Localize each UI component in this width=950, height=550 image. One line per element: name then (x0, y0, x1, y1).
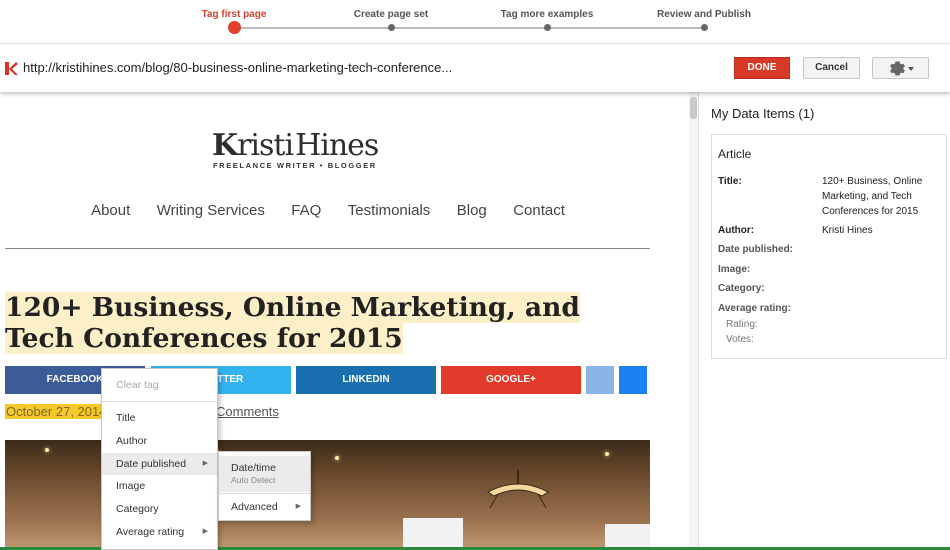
submenu-item-date-time[interactable]: Date/time Auto Detect (219, 456, 310, 492)
menu-item-average-rating[interactable]: Average rating ▶ (102, 521, 217, 543)
site-logo[interactable]: KristiHines FREELANCE WRITER • BLOGGER (212, 128, 379, 172)
chandelier-icon (487, 470, 549, 509)
done-button[interactable]: DONE (734, 57, 790, 79)
chevron-down-icon (908, 67, 914, 71)
menu-separator (219, 493, 310, 494)
page-scrollbar[interactable] (689, 92, 698, 550)
menu-item-label: Average rating (116, 526, 185, 538)
nav-testimonials[interactable]: Testimonials (348, 202, 431, 219)
menu-item-author[interactable]: Author (102, 430, 217, 452)
divider (5, 248, 650, 249)
submenu-arrow-icon: ▶ (202, 528, 208, 535)
prop-label-votes: Votes: (726, 334, 754, 345)
step-create-page-set[interactable]: Create page set (321, 0, 461, 31)
nav-about[interactable]: About (91, 202, 130, 219)
prop-label-category: Category: (718, 283, 765, 294)
comments-link[interactable]: Comments (216, 404, 279, 419)
settings-dropdown-button[interactable] (872, 57, 929, 79)
step-tag-more-examples[interactable]: Tag more examples (477, 0, 617, 31)
step-dot (701, 24, 708, 31)
prop-label-average-rating: Average rating: (718, 303, 791, 314)
menu-item-image[interactable]: Image (102, 475, 217, 497)
nav-contact[interactable]: Contact (513, 202, 565, 219)
post-title[interactable]: 120+ Business, Online Marketing, and Tec… (5, 292, 645, 354)
menu-item-category[interactable]: Category (102, 498, 217, 520)
logo-wordmark: KristiHines (212, 128, 379, 163)
prop-value-title[interactable]: 120+ Business, Online Marketing, and Tec… (822, 174, 942, 219)
menu-separator (102, 401, 217, 402)
step-review-and-publish[interactable]: Review and Publish (634, 0, 774, 31)
share-more-button[interactable] (619, 366, 647, 394)
step-label: Tag more examples (500, 9, 594, 20)
menu-item-label: Date published (116, 458, 187, 470)
nav-faq[interactable]: FAQ (291, 202, 321, 219)
image-detail (45, 448, 49, 452)
prop-label-rating: Rating: (726, 319, 758, 330)
site-nav: About Writing Services FAQ Testimonials … (0, 202, 656, 220)
nav-blog[interactable]: Blog (457, 202, 487, 219)
prop-label-image: Image: (718, 264, 751, 275)
data-item-card[interactable]: Article Title: 120+ Business, Online Mar… (711, 134, 947, 359)
stepper-track (234, 27, 705, 29)
cancel-button[interactable]: Cancel (803, 57, 860, 79)
logo-tagline: FREELANCE WRITER • BLOGGER (213, 161, 377, 170)
prop-label-date-published: Date published: (718, 244, 794, 255)
tag-context-menu: Clear tag Title Author Date published ▶ … (101, 368, 218, 550)
gear-icon (890, 61, 905, 76)
step-dot-active (228, 21, 241, 34)
post-date[interactable]: October 27, 2014 (5, 404, 108, 419)
submenu-item-advanced[interactable]: Advanced ▶ (219, 496, 310, 518)
page-url: http://kristihines.com/blog/80-business-… (23, 60, 453, 75)
step-label: Review and Publish (657, 9, 751, 20)
share-extra-button[interactable] (586, 366, 614, 394)
share-linkedin-button[interactable]: LINKEDIN (296, 366, 436, 394)
step-dot (388, 24, 395, 31)
progress-stepper: Tag first page Create page set Tag more … (0, 0, 950, 44)
scroll-thumb[interactable] (690, 97, 697, 119)
image-detail (605, 452, 609, 456)
kimono-logo-icon (5, 62, 18, 75)
share-googleplus-button[interactable]: GOOGLE+ (441, 366, 581, 394)
step-label: Create page set (353, 9, 429, 20)
submenu-item-label: Advanced (231, 501, 278, 513)
step-dot (544, 24, 551, 31)
submenu-arrow-icon: ▶ (295, 503, 301, 510)
prop-label-title: Title: (718, 176, 742, 187)
nav-writing-services[interactable]: Writing Services (157, 202, 265, 219)
menu-item-date-published[interactable]: Date published ▶ (102, 453, 217, 475)
image-detail (403, 518, 463, 550)
card-title: Article (718, 147, 752, 161)
submenu-item-label: Date/time (231, 462, 276, 474)
image-detail (335, 456, 339, 460)
menu-item-title[interactable]: Title (102, 407, 217, 429)
step-tag-first-page[interactable]: Tag first page (164, 0, 304, 34)
menu-item-clear-tag[interactable]: Clear tag (102, 374, 217, 396)
date-published-submenu: Date/time Auto Detect Advanced ▶ (218, 451, 311, 521)
submenu-arrow-icon: ▶ (202, 460, 208, 467)
panel-title: My Data Items (1) (711, 106, 815, 121)
step-label: Tag first page (201, 9, 267, 20)
url-toolbar: http://kristihines.com/blog/80-business-… (0, 45, 950, 92)
data-items-panel: My Data Items (1) Article Title: 120+ Bu… (698, 92, 950, 550)
prop-value-author[interactable]: Kristi Hines (822, 223, 942, 238)
submenu-item-hint: Auto Detect (231, 475, 276, 485)
prop-label-author: Author: (718, 225, 755, 236)
